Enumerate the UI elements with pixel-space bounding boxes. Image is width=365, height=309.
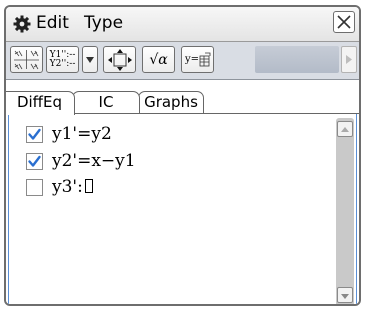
list-dropdown-button[interactable]	[82, 46, 98, 73]
scroll-up-button[interactable]	[337, 121, 353, 137]
close-button[interactable]	[333, 11, 355, 33]
equation-checkbox[interactable]	[26, 178, 43, 196]
menu-bar: Edit Type	[6, 7, 359, 42]
math-keyboard-button[interactable]: √α	[142, 46, 175, 73]
equation-checkbox[interactable]	[26, 125, 43, 143]
tab-diffeq[interactable]: DiffEq	[6, 91, 75, 115]
menu-edit[interactable]: Edit	[36, 13, 69, 33]
equation-row[interactable]: y3':	[26, 175, 93, 199]
equation-row[interactable]: y1'=y2	[26, 122, 112, 146]
y-equals-label: y=	[185, 54, 200, 65]
text-cursor	[84, 179, 93, 193]
tab-graphs[interactable]: Graphs	[138, 91, 204, 113]
graph-pattern-icon	[14, 50, 39, 70]
triangle-down-icon	[341, 294, 349, 299]
toolbar: Y1'':-- Y2'':-- √α y=	[6, 42, 359, 80]
close-icon	[337, 15, 351, 29]
tab-ic[interactable]: IC	[72, 91, 140, 113]
gear-icon[interactable]	[12, 14, 32, 34]
vertical-scrollbar[interactable]	[336, 118, 354, 304]
equation-expression: y3':	[52, 177, 83, 197]
zoom-fit-button[interactable]	[103, 46, 136, 73]
list-button-bottom-label: Y2'':--	[49, 58, 76, 69]
triangle-right-icon	[346, 55, 352, 64]
arrows-out-icon	[107, 48, 132, 71]
scroll-down-button[interactable]	[337, 287, 353, 303]
checkmark-icon	[28, 155, 41, 167]
toolbar-empty-area	[255, 46, 339, 73]
triangle-up-icon	[341, 127, 349, 132]
menu-type[interactable]: Type	[84, 13, 123, 33]
equation-checkbox[interactable]	[26, 152, 43, 170]
equation-expression[interactable]: y2'=x−y1	[52, 151, 136, 171]
equation-input[interactable]: y3':	[52, 177, 93, 197]
checkmark-icon	[28, 128, 41, 140]
equation-row[interactable]: y2'=x−y1	[26, 149, 136, 173]
y-equals-button[interactable]: y=	[181, 46, 214, 73]
toolbar-scroll-right-button[interactable]	[341, 46, 357, 73]
tab-strip: DiffEq IC Graphs	[6, 80, 359, 115]
equation-expression[interactable]: y1'=y2	[52, 124, 112, 144]
equation-list-button[interactable]: Y1'':-- Y2'':--	[46, 46, 79, 73]
table-pencil-icon	[199, 52, 211, 66]
triangle-down-icon	[86, 56, 94, 63]
app-window: Edit Type Y1'':-- Y2'':-- √α y= DiffEq I…	[4, 5, 361, 306]
graph-draw-button[interactable]	[10, 46, 43, 73]
